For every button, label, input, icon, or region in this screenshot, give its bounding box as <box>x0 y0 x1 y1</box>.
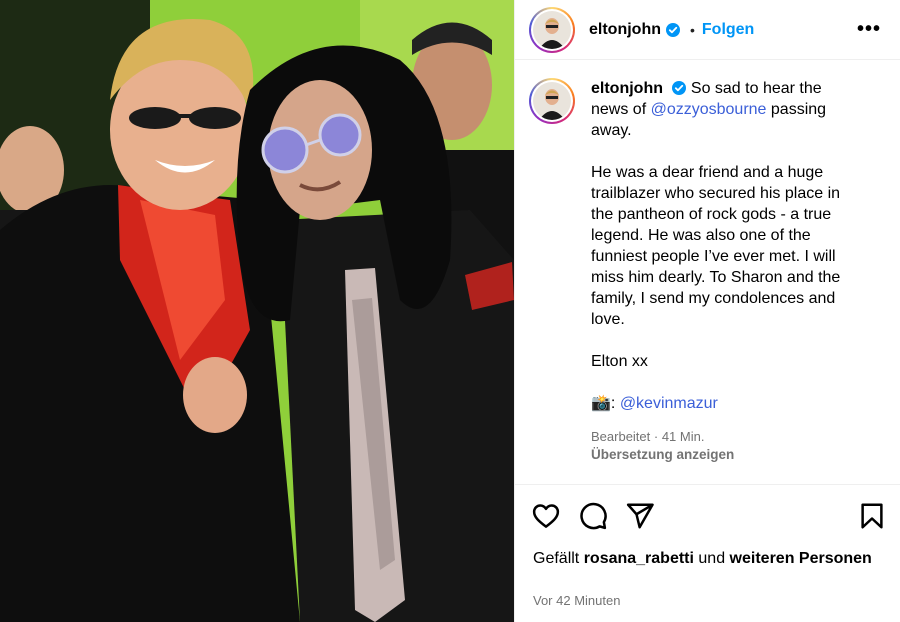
post-photo[interactable] <box>0 0 514 622</box>
likes-prefix: Gefällt <box>533 550 584 567</box>
send-icon[interactable] <box>625 501 655 531</box>
post-photo-illustration <box>0 0 514 622</box>
post-side-panel: eltonjohn • Folgen ••• eltonjohn So sad … <box>514 0 900 622</box>
caption-paragraph: He was a dear friend and a huge trailbla… <box>591 164 841 328</box>
bookmark-icon[interactable] <box>857 501 887 531</box>
heart-icon[interactable] <box>531 501 561 531</box>
follow-button[interactable]: Folgen <box>702 21 754 39</box>
more-options-icon[interactable]: ••• <box>857 18 881 41</box>
caption-body: eltonjohn So sad to hear the news of @oz… <box>591 78 853 464</box>
comment-icon[interactable] <box>578 501 608 531</box>
see-translation-button[interactable]: Übersetzung anzeigen <box>591 446 853 464</box>
post-header: eltonjohn • Folgen ••• <box>515 0 900 60</box>
avatar-image <box>533 10 571 49</box>
avatar[interactable] <box>529 6 575 53</box>
liker-username[interactable]: rosana_rabetti <box>584 550 694 567</box>
header-separator: • <box>689 21 695 38</box>
caption-first-paragraph: eltonjohn So sad to hear the news of @oz… <box>591 78 853 141</box>
header-username[interactable]: eltonjohn <box>589 21 661 39</box>
verified-badge-icon <box>665 22 680 37</box>
mention-link-ozzyosbourne[interactable]: @ozzyosbourne <box>651 101 767 118</box>
photo-credit: 📸: @kevinmazur <box>591 393 853 414</box>
camera-icon: 📸: <box>591 395 620 412</box>
action-bar <box>515 484 900 544</box>
caption-avatar[interactable] <box>529 78 575 124</box>
post-timestamp[interactable]: Vor 42 Minuten <box>533 593 620 608</box>
post-caption: eltonjohn So sad to hear the news of @oz… <box>529 78 889 464</box>
caption-signoff: Elton xx <box>591 353 648 370</box>
likes-summary: Gefällt rosana_rabetti und weiteren Pers… <box>533 548 883 569</box>
likes-others-link[interactable]: weiteren Personen <box>730 550 872 567</box>
mention-link-kevinmazur[interactable]: @kevinmazur <box>620 395 718 412</box>
verified-badge-icon <box>672 81 687 95</box>
edited-meta: Bearbeitet · 41 Min. <box>591 429 705 444</box>
avatar-image <box>533 82 571 120</box>
caption-username[interactable]: eltonjohn <box>591 80 663 97</box>
likes-middle: und <box>693 550 730 567</box>
